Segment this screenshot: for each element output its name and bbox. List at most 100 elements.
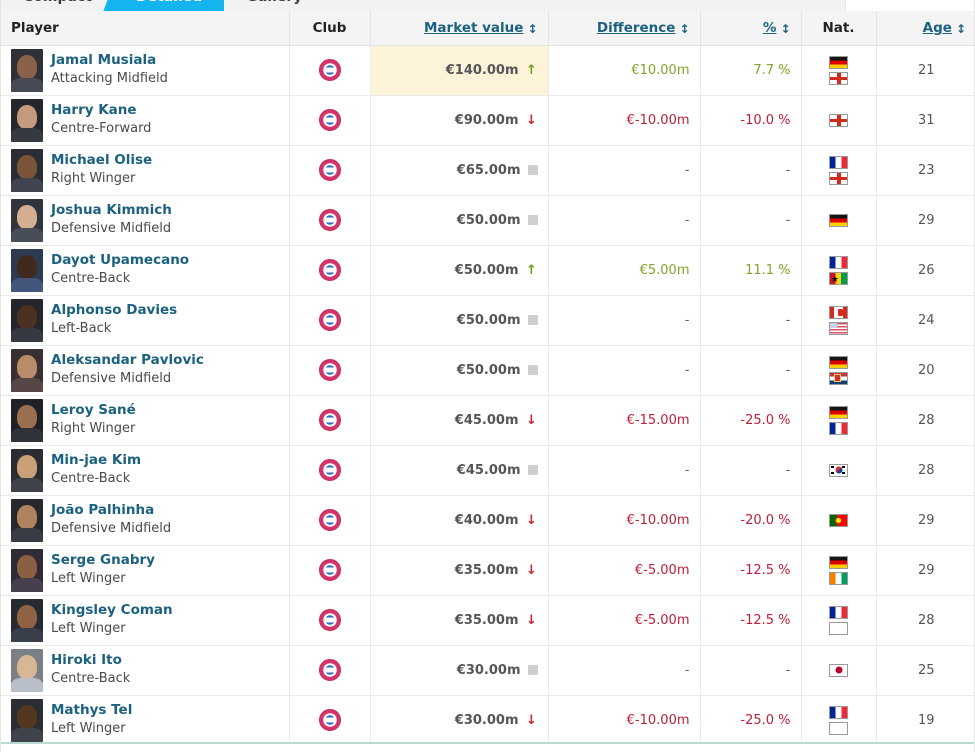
- player-info: Joshua KimmichDefensive Midfield: [51, 202, 172, 237]
- cell-nationality: [801, 95, 876, 145]
- cell-club[interactable]: [289, 95, 370, 145]
- player-name-link[interactable]: Alphonso Davies: [51, 302, 177, 319]
- bayern-munich-crest-icon[interactable]: [319, 409, 341, 431]
- difference-text: €-10.00m: [627, 513, 690, 528]
- flag-de-icon: [829, 406, 848, 419]
- cell-club[interactable]: [289, 245, 370, 295]
- table-row[interactable]: João PalhinhaDefensive Midfield€40.00m↓€…: [1, 495, 975, 545]
- bayern-munich-crest-icon[interactable]: [319, 559, 341, 581]
- player-name-link[interactable]: Kingsley Coman: [51, 602, 173, 619]
- table-row[interactable]: Kingsley ComanLeft Winger€35.00m↓€-5.00m…: [1, 595, 975, 645]
- bayern-munich-crest-icon[interactable]: [319, 659, 341, 681]
- column-header-difference-label[interactable]: Difference: [597, 20, 676, 36]
- market-value-text: €50.00m: [457, 363, 521, 378]
- percent-text: 11.1 %: [745, 263, 790, 278]
- player-name-link[interactable]: Hiroki Ito: [51, 652, 130, 669]
- player-name-link[interactable]: João Palhinha: [51, 502, 171, 519]
- player-name-link[interactable]: Harry Kane: [51, 102, 151, 119]
- cell-club[interactable]: [289, 295, 370, 345]
- column-header-percent-label[interactable]: %: [763, 20, 777, 36]
- avatar-face: [17, 455, 37, 479]
- column-header-age[interactable]: Age ↕: [876, 11, 975, 45]
- table-row[interactable]: Aleksandar PavlovicDefensive Midfield€50…: [1, 345, 975, 395]
- column-header-difference[interactable]: Difference↕: [548, 11, 700, 45]
- avatar-shoulders: [11, 378, 43, 392]
- age-text: 26: [918, 263, 935, 278]
- bayern-munich-crest-icon[interactable]: [319, 159, 341, 181]
- table-row[interactable]: Dayot UpamecanoCentre-Back€50.00m↑€5.00m…: [1, 245, 975, 295]
- player-name-link[interactable]: Aleksandar Pavlovic: [51, 352, 204, 369]
- sort-arrows-icon[interactable]: ↕: [679, 23, 689, 35]
- sort-arrows-icon[interactable]: ↕: [956, 23, 966, 35]
- cell-club[interactable]: [289, 495, 370, 545]
- player-name-link[interactable]: Mathys Tel: [51, 702, 132, 719]
- market-value-text: €30.00m: [457, 663, 521, 678]
- column-header-percent[interactable]: %↕: [700, 11, 801, 45]
- column-header-nationality: Nat.: [801, 11, 876, 45]
- player-name-link[interactable]: Jamal Musiala: [51, 52, 168, 69]
- player-name-link[interactable]: Michael Olise: [51, 152, 152, 169]
- age-text: 25: [918, 663, 935, 678]
- player-name-link[interactable]: Dayot Upamecano: [51, 252, 189, 269]
- market-value-text: €50.00m: [455, 263, 519, 278]
- avatar: [11, 499, 43, 542]
- player-info: Mathys TelLeft Winger: [51, 702, 132, 737]
- cell-club[interactable]: [289, 145, 370, 195]
- cell-club[interactable]: [289, 445, 370, 495]
- table-row[interactable]: Joshua KimmichDefensive Midfield€50.00m-…: [1, 195, 975, 245]
- bayern-munich-crest-icon[interactable]: [319, 259, 341, 281]
- cell-club[interactable]: [289, 195, 370, 245]
- avatar-face: [17, 155, 37, 179]
- bayern-munich-crest-icon[interactable]: [319, 609, 341, 631]
- bayern-munich-crest-icon[interactable]: [319, 709, 341, 731]
- cell-club[interactable]: [289, 595, 370, 645]
- cell-club[interactable]: [289, 645, 370, 695]
- column-header-market-value[interactable]: Market value ↕: [370, 11, 548, 45]
- cell-club[interactable]: [289, 545, 370, 595]
- cell-club[interactable]: [289, 345, 370, 395]
- table-row[interactable]: Harry KaneCentre-Forward€90.00m↓€-10.00m…: [1, 95, 975, 145]
- table-row[interactable]: Leroy SanéRight Winger€45.00m↓€-15.00m-2…: [1, 395, 975, 445]
- player-position: Left Winger: [51, 571, 155, 587]
- cell-difference: -: [548, 145, 700, 195]
- bayern-munich-crest-icon[interactable]: [319, 59, 341, 81]
- table-row[interactable]: Serge GnabryLeft Winger€35.00m↓€-5.00m-1…: [1, 545, 975, 595]
- avatar-shoulders: [11, 178, 43, 192]
- bayern-munich-crest-icon[interactable]: [319, 209, 341, 231]
- player-name-link[interactable]: Min-jae Kim: [51, 452, 141, 469]
- flag-fr-icon: [829, 706, 848, 719]
- sort-arrows-icon[interactable]: ↕: [780, 23, 790, 35]
- bayern-munich-crest-icon[interactable]: [319, 109, 341, 131]
- table-row[interactable]: Jamal MusialaAttacking Midfield€140.00m↑…: [1, 45, 975, 95]
- cell-difference: €5.00m: [548, 245, 700, 295]
- player-identity: Alphonso DaviesLeft-Back: [11, 299, 279, 342]
- market-value-text: €90.00m: [455, 113, 519, 128]
- cell-club[interactable]: [289, 695, 370, 745]
- cell-player: Min-jae KimCentre-Back: [1, 445, 289, 495]
- bayern-munich-crest-icon[interactable]: [319, 359, 341, 381]
- player-name-link[interactable]: Joshua Kimmich: [51, 202, 172, 219]
- cell-nationality: [801, 445, 876, 495]
- avatar: [11, 149, 43, 192]
- cell-player: Mathys TelLeft Winger: [1, 695, 289, 745]
- player-name-link[interactable]: Leroy Sané: [51, 402, 136, 419]
- column-header-age-label[interactable]: Age: [923, 20, 952, 36]
- cell-club[interactable]: [289, 395, 370, 445]
- player-info: Serge Gnabry Left Winger: [51, 552, 155, 587]
- bayern-munich-crest-icon[interactable]: [319, 509, 341, 531]
- flag-us-icon: [829, 322, 848, 335]
- cell-club[interactable]: [289, 45, 370, 95]
- bayern-munich-crest-icon[interactable]: [319, 459, 341, 481]
- flag-stack: [812, 114, 866, 127]
- table-row[interactable]: Mathys TelLeft Winger€30.00m↓€-10.00m-25…: [1, 695, 975, 745]
- column-header-market-value-label[interactable]: Market value: [424, 20, 523, 36]
- table-row[interactable]: Michael OliseRight Winger€65.00m--23: [1, 145, 975, 195]
- table-row[interactable]: Hiroki ItoCentre-Back€30.00m--25: [1, 645, 975, 695]
- sort-arrows-icon[interactable]: ↕: [527, 23, 537, 35]
- table-row[interactable]: Alphonso DaviesLeft-Back€50.00m--24: [1, 295, 975, 345]
- player-name-link[interactable]: Serge Gnabry: [51, 552, 155, 569]
- table-row[interactable]: Min-jae KimCentre-Back€45.00m--28: [1, 445, 975, 495]
- flag-pt-icon: [829, 514, 848, 527]
- bayern-munich-crest-icon[interactable]: [319, 309, 341, 331]
- cell-player: Joshua KimmichDefensive Midfield: [1, 195, 289, 245]
